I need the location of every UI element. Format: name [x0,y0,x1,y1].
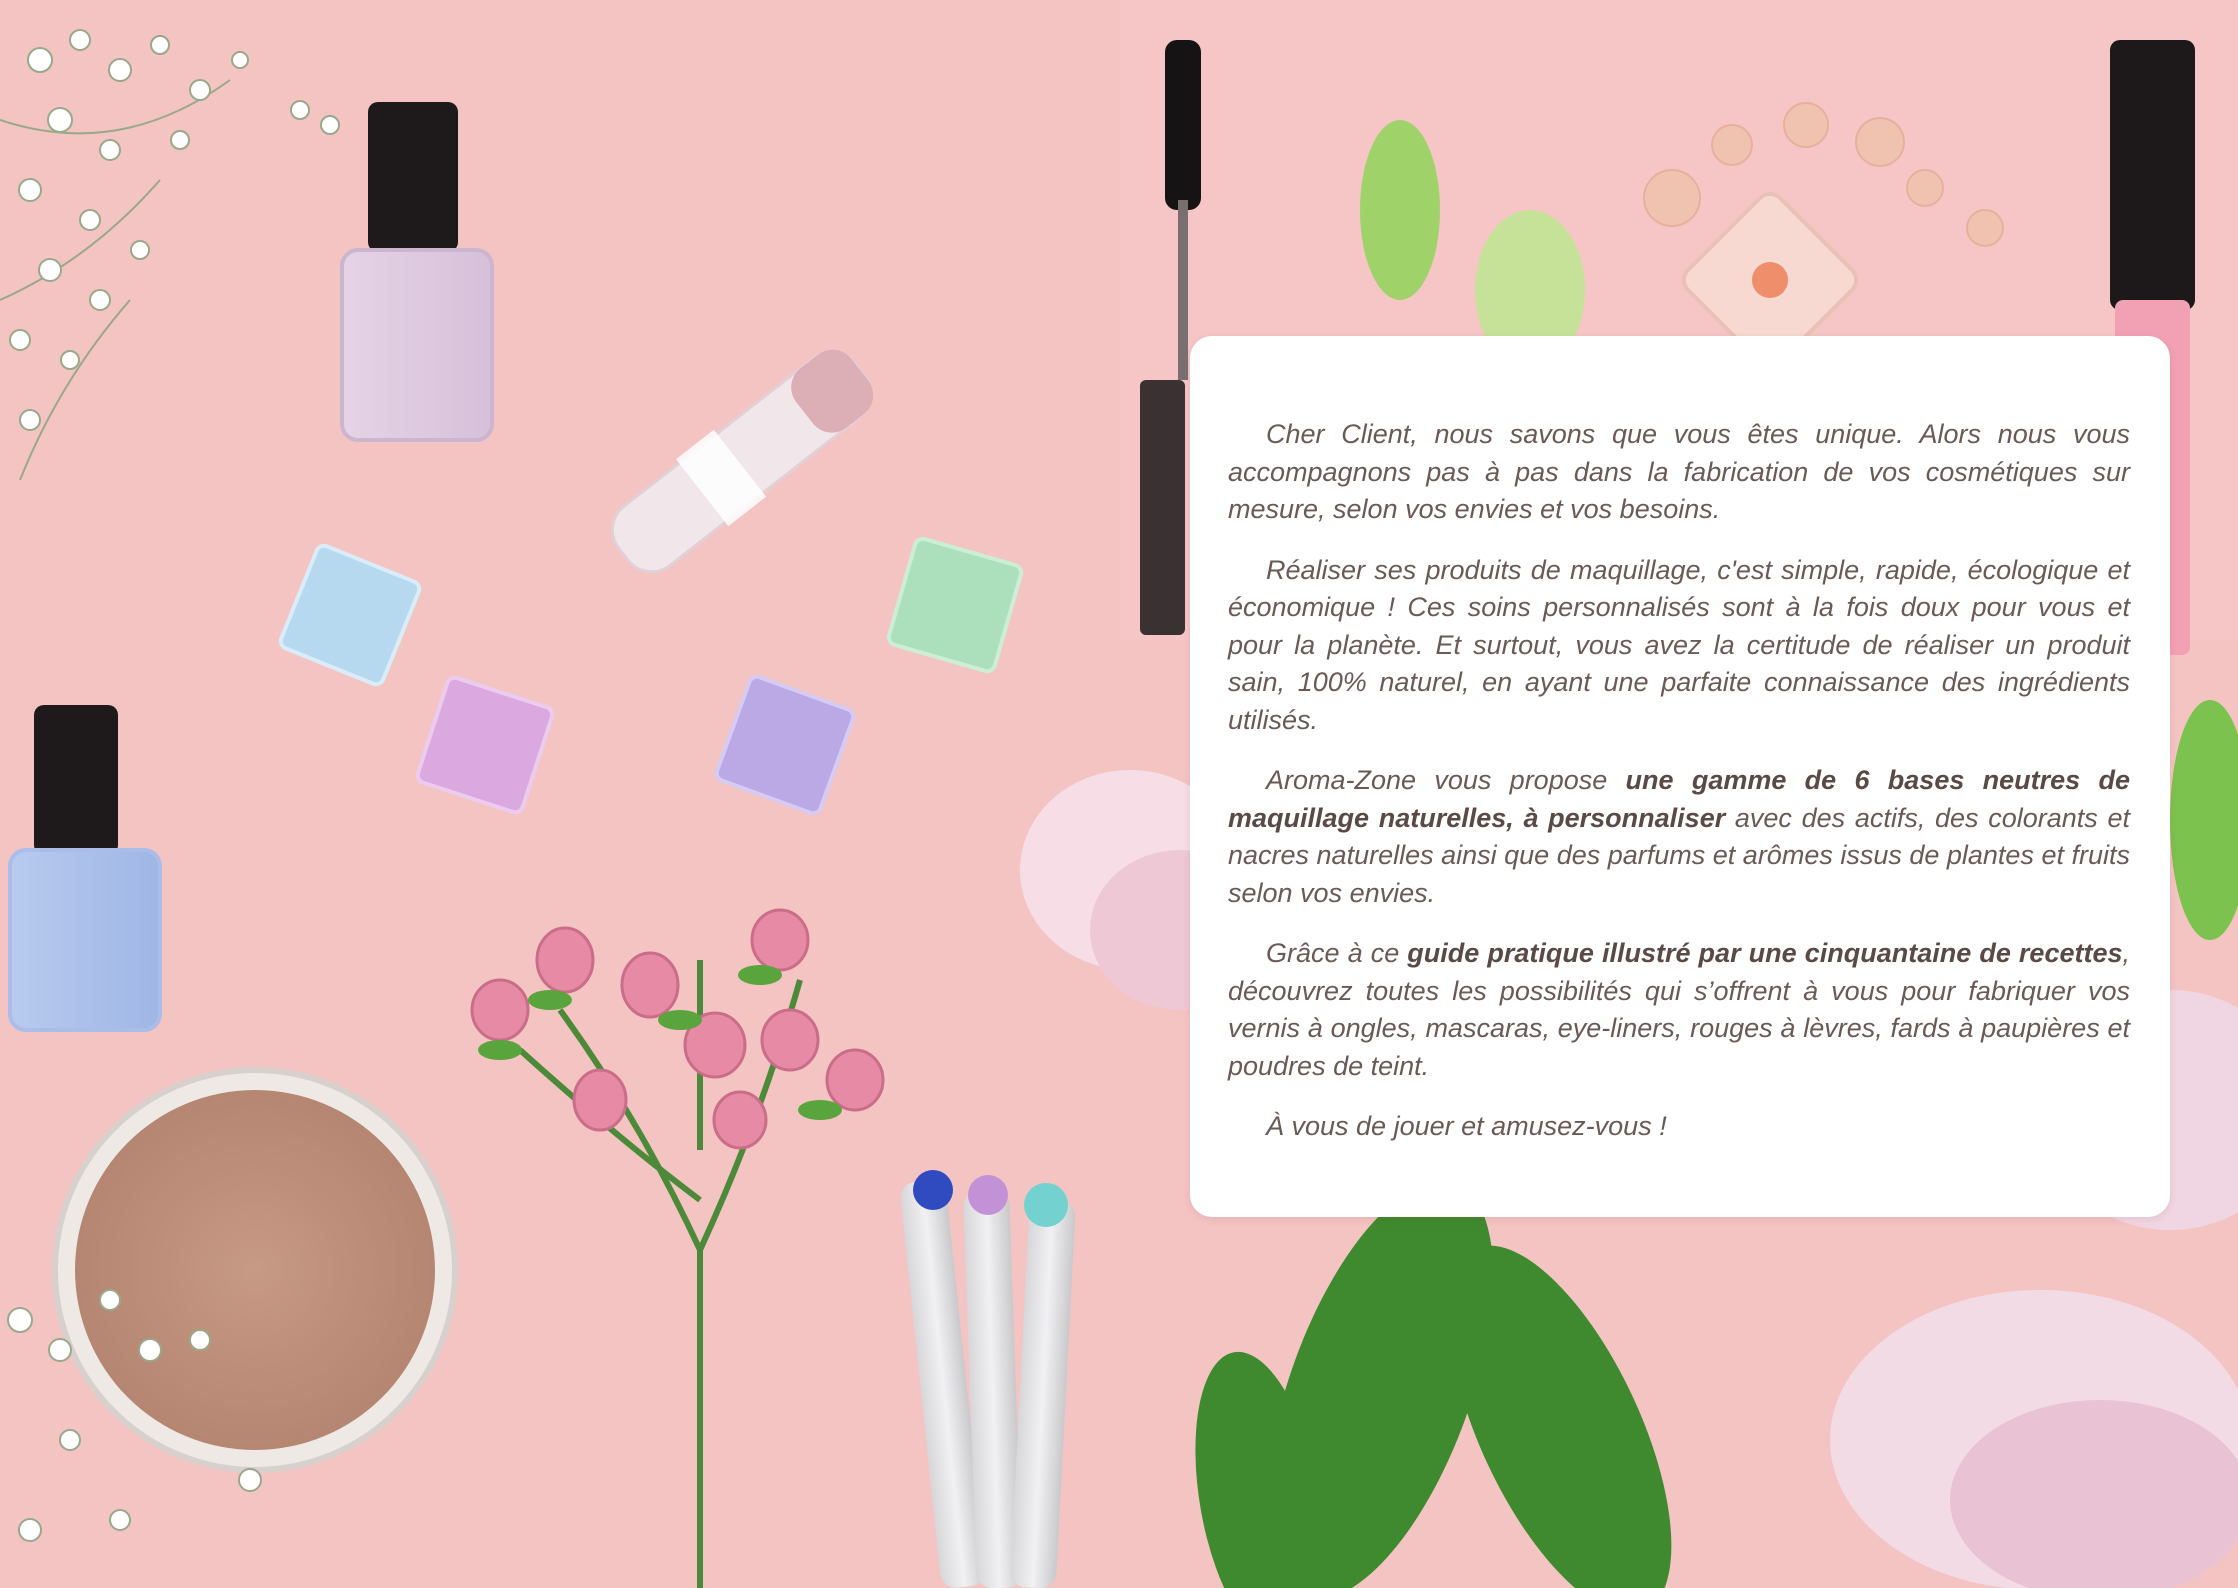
intro-paragraph-5: À vous de jouer et amusez-vous ! [1266,1111,1667,1141]
intro-paragraph-4: Grâce à ce guide pratique illustré par u… [1228,938,2131,1081]
powder-jar [52,1067,458,1473]
intro-paragraph-2: Réaliser ses produits de maquillage, c'e… [1228,554,2130,735]
intro-paragraph-1: Cher Client, nous savons que vous êtes u… [1228,419,2130,524]
intro-paragraph-3: Aroma-Zone vous propose une gamme de 6 b… [1228,765,2130,908]
intro-text-card: Cher Client, nous savons que vous êtes u… [1190,336,2170,1217]
